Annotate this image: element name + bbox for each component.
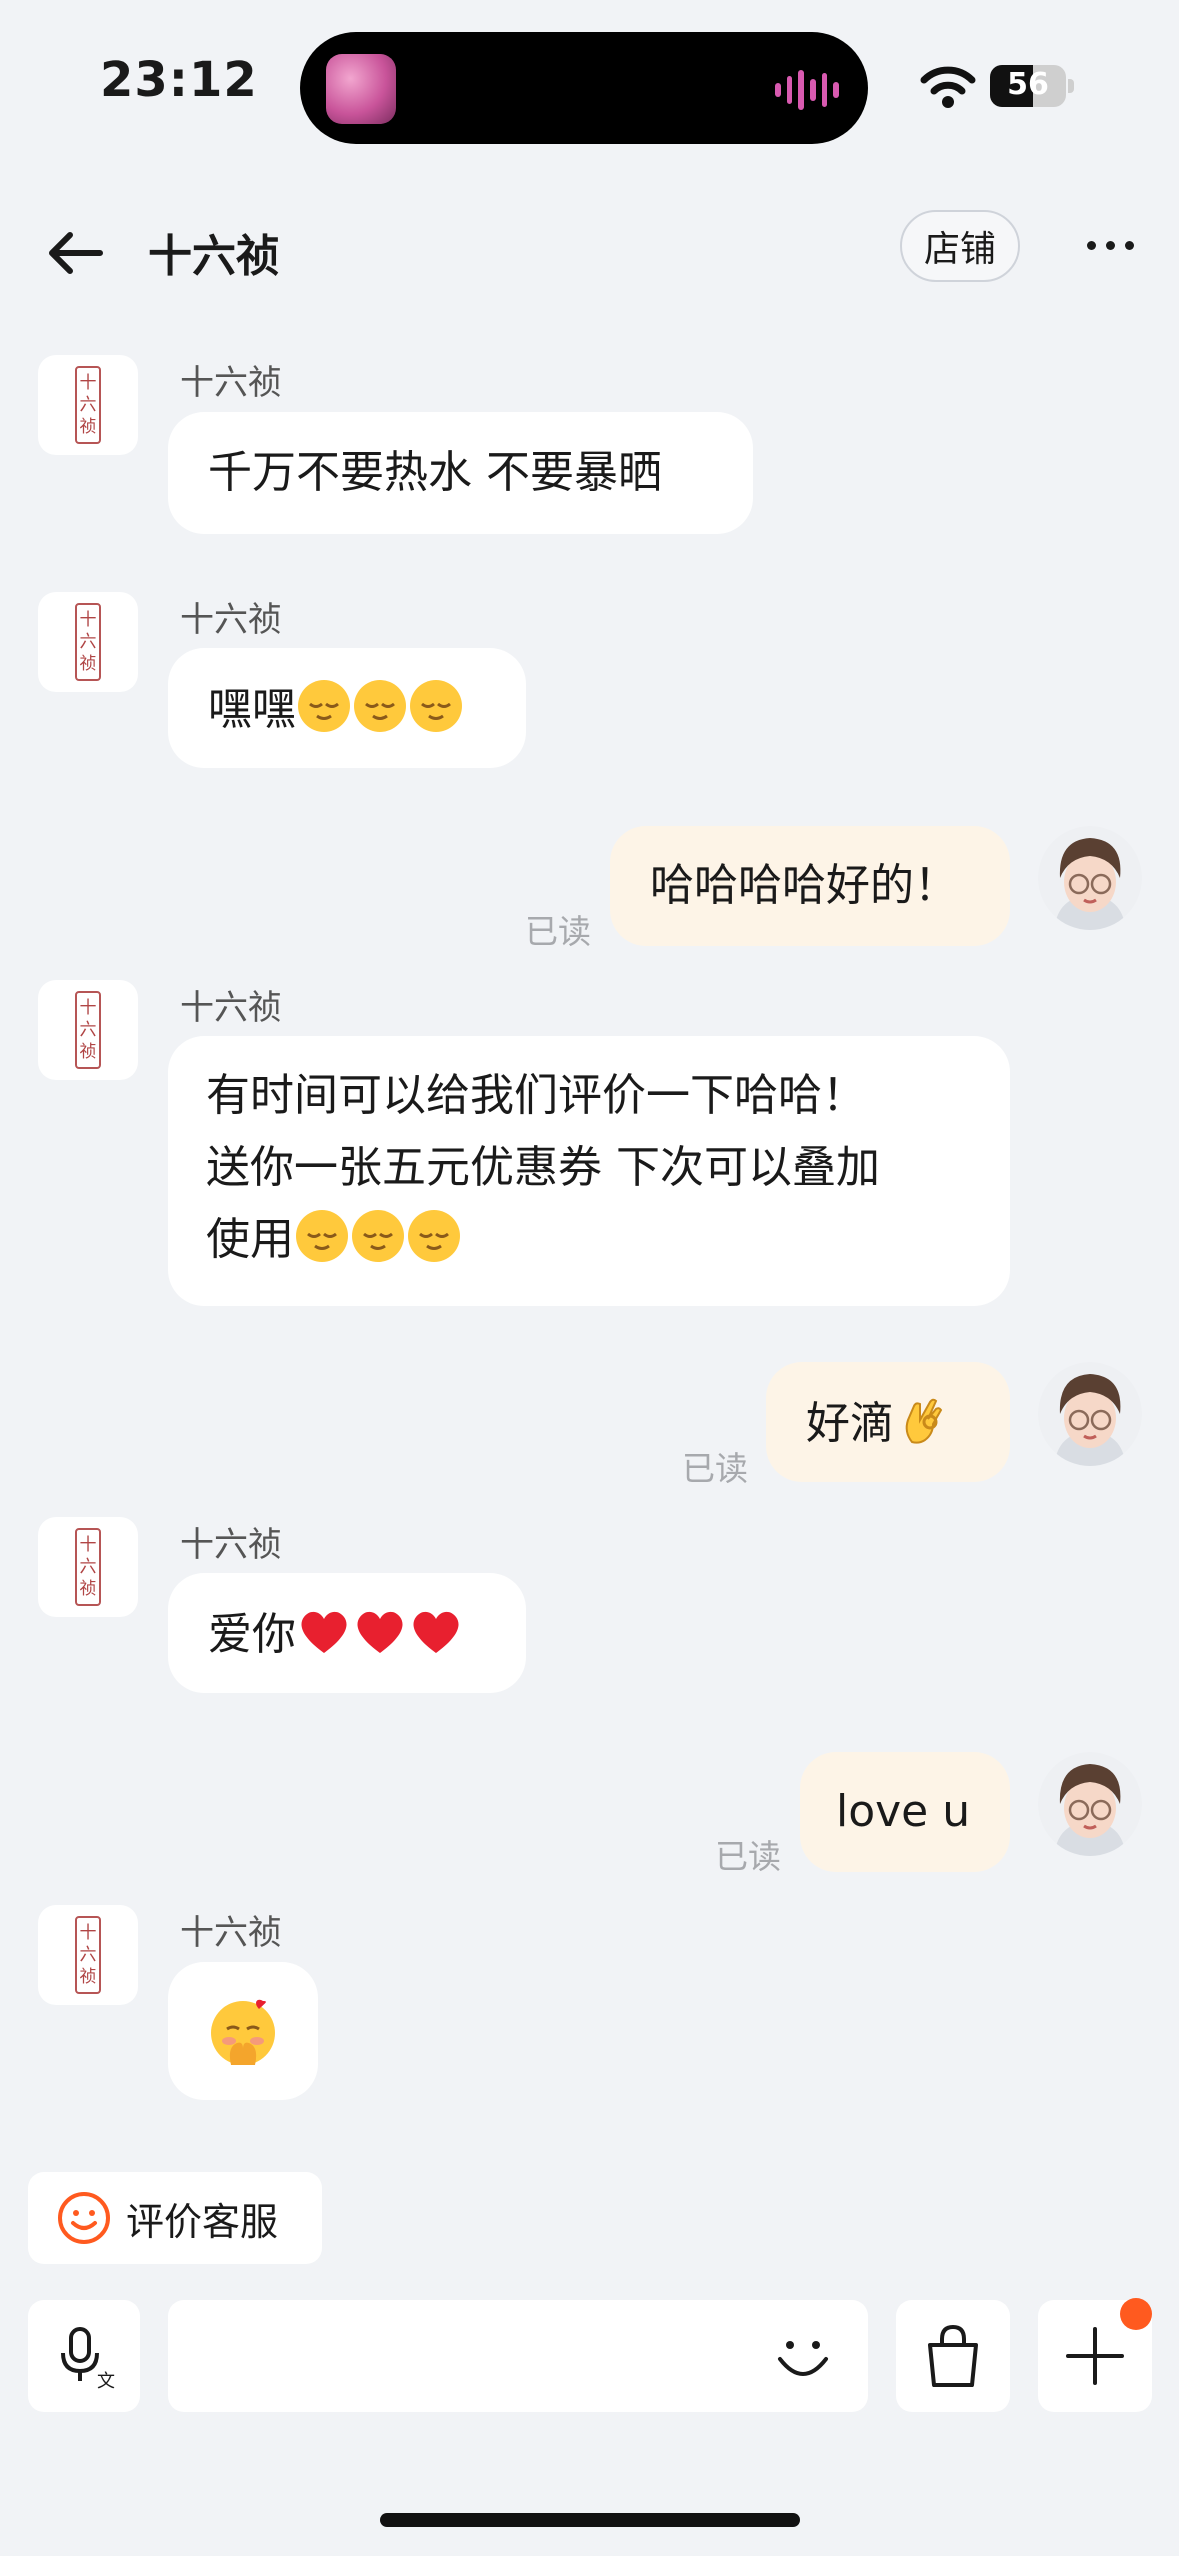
rate-service-label: 评价客服 bbox=[126, 2199, 279, 2244]
heart-emoji bbox=[357, 1611, 403, 1653]
shop-avatar[interactable]: 十六祯 bbox=[38, 1517, 138, 1617]
message-text: 千万不要热水 不要暴晒 bbox=[208, 447, 662, 498]
message-bubble[interactable]: 爱你 bbox=[168, 1573, 526, 1693]
battery-level: 56 bbox=[1007, 67, 1049, 102]
plus-icon bbox=[1066, 2327, 1124, 2385]
product-button[interactable] bbox=[896, 2300, 1010, 2412]
voice-icon: 文 bbox=[61, 2327, 115, 2391]
message-text: 嘿嘿 bbox=[208, 684, 296, 735]
audio-wave-icon bbox=[775, 68, 840, 112]
sender-name: 十六祯 bbox=[180, 600, 282, 640]
rate-service-button[interactable]: 评价客服 bbox=[28, 2172, 322, 2264]
heart-emoji bbox=[413, 1611, 459, 1653]
message-text: love u bbox=[836, 1786, 971, 1837]
ok-hand-emoji bbox=[905, 1398, 943, 1444]
read-status: 已读 bbox=[715, 1837, 781, 1876]
message-line: 送你一张五元优惠券 下次可以叠加 bbox=[206, 1142, 880, 1193]
store-button[interactable]: 店铺 bbox=[900, 210, 1020, 282]
message-bubble[interactable]: 嘿嘿 bbox=[168, 648, 526, 768]
voice-input-button[interactable]: 文 bbox=[28, 2300, 140, 2412]
read-status: 已读 bbox=[682, 1449, 748, 1488]
user-avatar[interactable] bbox=[1038, 1752, 1142, 1856]
more-button[interactable] bbox=[1075, 220, 1145, 270]
relieved-face-emoji bbox=[298, 680, 350, 732]
home-indicator[interactable] bbox=[380, 2513, 800, 2527]
page-title: 十六祯 bbox=[148, 231, 280, 282]
message-line: 使用 bbox=[206, 1214, 294, 1265]
back-arrow-icon bbox=[49, 232, 103, 274]
relieved-face-emoji bbox=[354, 680, 406, 732]
user-avatar[interactable] bbox=[1038, 826, 1142, 930]
message-bubble[interactable] bbox=[168, 1962, 318, 2100]
message-bubble[interactable]: 千万不要热水 不要暴晒 bbox=[168, 412, 753, 534]
sender-name: 十六祯 bbox=[180, 988, 282, 1028]
my-message-bubble[interactable]: 好滴 bbox=[766, 1362, 1010, 1482]
battery-tip bbox=[1068, 79, 1074, 93]
heart-emoji bbox=[301, 1611, 347, 1653]
message-text: 爱你 bbox=[208, 1609, 296, 1660]
relieved-face-emoji bbox=[352, 1210, 404, 1262]
now-playing-artwork[interactable] bbox=[326, 54, 396, 124]
battery-indicator: 56 bbox=[990, 65, 1066, 107]
my-message-bubble[interactable]: love u bbox=[800, 1752, 1010, 1872]
relieved-face-emoji bbox=[408, 1210, 460, 1262]
smile-icon bbox=[58, 2192, 110, 2244]
message-bubble[interactable]: 有时间可以给我们评价一下哈哈！ 送你一张五元优惠券 下次可以叠加 使用 bbox=[168, 1036, 1010, 1306]
my-message-bubble[interactable]: 哈哈哈哈好的！ bbox=[610, 826, 1010, 946]
relieved-face-emoji bbox=[410, 680, 462, 732]
shop-avatar[interactable]: 十六祯 bbox=[38, 1905, 138, 2005]
message-text: 好滴 bbox=[806, 1398, 894, 1449]
shop-avatar[interactable]: 十六祯 bbox=[38, 980, 138, 1080]
shy-face-emoji bbox=[211, 1999, 275, 2065]
svg-text:文: 文 bbox=[97, 2371, 115, 2391]
shop-avatar[interactable]: 十六祯 bbox=[38, 355, 138, 455]
read-status: 已读 bbox=[525, 912, 591, 951]
user-avatar[interactable] bbox=[1038, 1362, 1142, 1466]
message-line: 有时间可以给我们评价一下哈哈！ bbox=[206, 1070, 866, 1121]
notification-dot bbox=[1120, 2298, 1152, 2330]
relieved-face-emoji bbox=[296, 1210, 348, 1262]
sender-name: 十六祯 bbox=[180, 1913, 282, 1953]
wifi-icon bbox=[920, 66, 976, 108]
emoji-icon[interactable] bbox=[768, 2321, 838, 2391]
back-button[interactable] bbox=[40, 218, 110, 288]
message-text: 哈哈哈哈好的！ bbox=[650, 860, 958, 911]
sender-name: 十六祯 bbox=[180, 1525, 282, 1565]
shop-avatar[interactable]: 十六祯 bbox=[38, 592, 138, 692]
shopping-bag-icon bbox=[928, 2324, 978, 2387]
message-input[interactable] bbox=[168, 2300, 868, 2412]
status-time: 23:12 bbox=[100, 52, 258, 108]
sender-name: 十六祯 bbox=[180, 363, 282, 403]
